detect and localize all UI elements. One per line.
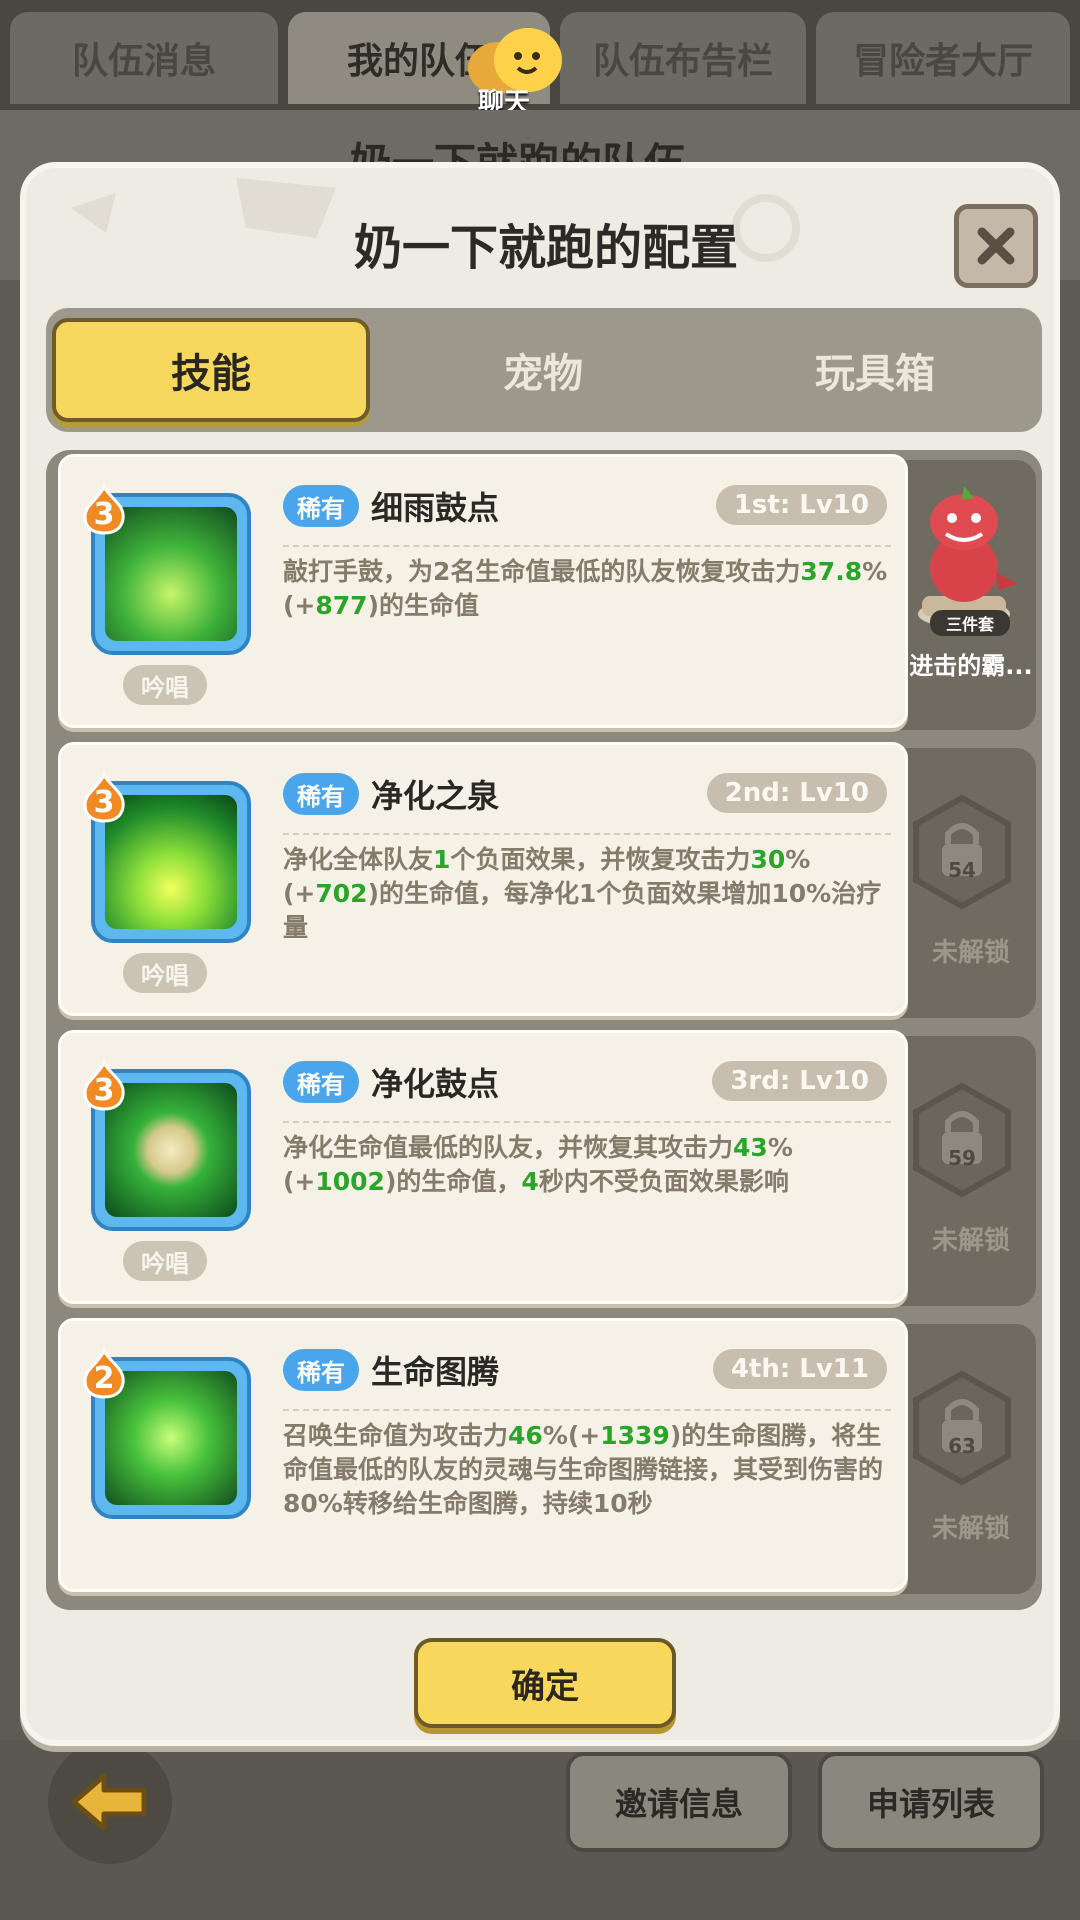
locked-slot: 54 未解锁 (886, 748, 1036, 1018)
divider (283, 545, 891, 547)
back-arrow-icon (71, 1773, 147, 1831)
divider (283, 1409, 891, 1411)
locked-slot: 59 未解锁 (886, 1036, 1036, 1306)
application-list-button[interactable]: 申请列表 (818, 1752, 1044, 1852)
rarity-badge: 稀有 (283, 1061, 359, 1103)
skill-value: 702 (315, 879, 368, 908)
skill-level: 3 (93, 497, 115, 532)
skill-card[interactable]: 3 吟唱 稀有 细雨鼓点 1st: Lv10 敲打手鼓，为2名生命值最低的队友恢… (58, 454, 908, 728)
skill-description: 净化生命值最低的队友，并恢复其攻击力43%(+1002)的生命值，4秒内不受负面… (283, 1131, 895, 1199)
locked-label: 未解锁 (931, 938, 1010, 968)
skill-card[interactable]: 2 稀有 生命图腾 4th: Lv11 召唤生命值为攻击力46%(+1339)的… (58, 1318, 908, 1592)
lock-icon (913, 1082, 1011, 1198)
skill-name: 净化之泉 (371, 777, 500, 815)
modal-tab-bar: 技能 宠物 玩具箱 (46, 308, 1042, 432)
skill-text: 秒内不受负面效果影响 (538, 1167, 789, 1196)
back-button[interactable] (48, 1740, 172, 1864)
tab-pets[interactable]: 宠物 (384, 318, 702, 422)
pet-dinosaur-icon (918, 486, 1018, 628)
close-icon (977, 227, 1015, 265)
pet-slot[interactable]: 三件套 进击的霸... (886, 460, 1036, 730)
skill-text: 净化生命值最低的队友，并恢复其攻击力 (283, 1133, 734, 1162)
skill-description: 召唤生命值为攻击力46%(+1339)的生命图腾，将生命值最低的队友的灵魂与生命… (283, 1419, 895, 1521)
skill-slot-level: 3rd: Lv10 (712, 1061, 887, 1101)
skill-value: 1 (433, 845, 451, 874)
skill-level: 2 (93, 1361, 115, 1396)
skill-slot-level: 1st: Lv10 (715, 485, 887, 525)
skill-value: 4 (521, 1167, 539, 1196)
confirm-button[interactable]: 确定 (414, 1638, 676, 1728)
skill-list-panel: 三件套 进击的霸... 54 未解锁 59 未解锁 63 未解锁 3 吟唱 稀有… (46, 450, 1042, 1610)
skill-card[interactable]: 3 吟唱 稀有 净化鼓点 3rd: Lv10 净化生命值最低的队友，并恢复其攻击… (58, 1030, 908, 1304)
skill-text: 敲打手鼓，为2名生命值最低的队友恢复攻击力 (283, 557, 801, 586)
pet-name: 进击的霸... (909, 652, 1033, 680)
chant-tag: 吟唱 (123, 953, 207, 993)
set-badge: 三件套 (930, 610, 1010, 636)
tab-team-messages[interactable]: 队伍消息 (10, 12, 278, 104)
skill-level: 3 (93, 785, 115, 820)
chant-tag: 吟唱 (123, 665, 207, 705)
skill-value: 46 (508, 1421, 543, 1450)
unlock-level: 59 (948, 1146, 976, 1170)
skill-value: 877 (315, 591, 368, 620)
skill-text: 个负面效果，并恢复攻击力 (450, 845, 751, 874)
tab-adventurer-hall[interactable]: 冒险者大厅 (816, 12, 1070, 104)
skill-value: 37.8 (800, 557, 863, 586)
invite-info-button[interactable]: 邀请信息 (566, 1752, 792, 1852)
chant-tag: 吟唱 (123, 1241, 207, 1281)
skill-value: 1339 (600, 1421, 670, 1450)
modal-title: 奶一下就跑的配置 (353, 220, 738, 276)
locked-label: 未解锁 (931, 1226, 1010, 1256)
skill-text: )的生命值，每净化1个负面效果增加10%治疗量 (283, 879, 882, 942)
divider (283, 833, 891, 835)
tab-skills[interactable]: 技能 (52, 318, 370, 422)
skill-description: 敲打手鼓，为2名生命值最低的队友恢复攻击力37.8%(+877)的生命值 (283, 555, 895, 623)
skill-text: 召唤生命值为攻击力 (283, 1421, 509, 1450)
config-modal: 奶一下就跑的配置 技能 宠物 玩具箱 三件套 进击的霸... 54 未解锁 59… (20, 162, 1060, 1746)
close-button[interactable] (954, 204, 1038, 288)
locked-label: 未解锁 (931, 1514, 1010, 1544)
rarity-badge: 稀有 (283, 773, 359, 815)
unlock-level: 54 (948, 858, 976, 882)
lock-icon (913, 794, 1011, 910)
skill-text: )的生命值， (384, 1167, 522, 1196)
tab-team-board[interactable]: 队伍布告栏 (560, 12, 806, 104)
skill-card[interactable]: 3 吟唱 稀有 净化之泉 2nd: Lv10 净化全体队友1个负面效果，并恢复攻… (58, 742, 908, 1016)
skill-level: 3 (93, 1073, 115, 1108)
skill-value: 1002 (315, 1167, 385, 1196)
skill-text: 净化全体队友 (283, 845, 434, 874)
skill-name: 净化鼓点 (371, 1065, 500, 1103)
unlock-level: 63 (948, 1434, 976, 1458)
skill-name: 生命图腾 (371, 1353, 500, 1391)
tab-toybox[interactable]: 玩具箱 (716, 318, 1034, 422)
skill-name: 细雨鼓点 (371, 489, 500, 527)
skill-text: )的生命值 (367, 591, 479, 620)
skill-slot-level: 2nd: Lv10 (706, 773, 887, 813)
skill-text: %(+ (542, 1421, 601, 1450)
skill-description: 净化全体队友1个负面效果，并恢复攻击力30%(+702)的生命值，每净化1个负面… (283, 843, 895, 945)
rarity-badge: 稀有 (283, 485, 359, 527)
skill-value: 30 (750, 845, 786, 874)
lock-icon (913, 1370, 1011, 1486)
skill-value: 43 (733, 1133, 768, 1162)
rarity-badge: 稀有 (283, 1349, 359, 1391)
divider (283, 1121, 891, 1123)
skill-slot-level: 4th: Lv11 (712, 1349, 887, 1389)
locked-slot: 63 未解锁 (886, 1324, 1036, 1594)
